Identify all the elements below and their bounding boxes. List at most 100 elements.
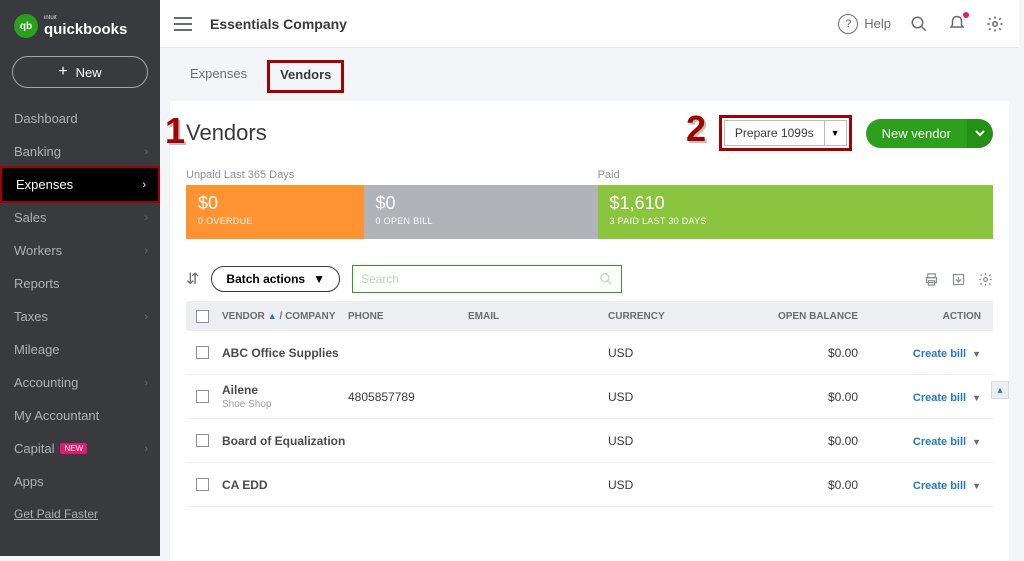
new-vendor-caret[interactable] (967, 119, 993, 148)
gear-icon[interactable] (985, 14, 1005, 34)
chevron-right-icon: › (144, 245, 148, 257)
help-button[interactable]: ? Help (838, 14, 891, 34)
sidebar-item-label: Accounting (14, 375, 78, 390)
sidebar-item-label: Dashboard (14, 111, 78, 126)
create-bill-link[interactable]: Create bill ▼ (913, 348, 981, 360)
settings-icon[interactable] (978, 272, 993, 287)
print-icon[interactable] (924, 272, 939, 287)
prepare-1099s-group: Prepare 1099s ▼ (719, 115, 852, 151)
search-field-icon[interactable] (599, 272, 613, 286)
company-name: Essentials Company (210, 16, 347, 32)
new-vendor-button[interactable]: New vendor (866, 119, 967, 148)
sidebar-item-label: CapitalNEW (14, 441, 87, 456)
col-phone-header[interactable]: PHONE (348, 311, 468, 322)
chevron-right-icon: › (144, 212, 148, 224)
sort-asc-icon: ▲ (268, 311, 277, 321)
prepare-1099s-caret[interactable]: ▼ (825, 120, 847, 146)
create-bill-link[interactable]: Create bill ▼ (913, 480, 981, 492)
sidebar-item-workers[interactable]: Workers› (0, 234, 160, 267)
vendor-currency: USD (608, 434, 728, 448)
paid-sub: 3 PAID LAST 30 DAYS (610, 216, 981, 226)
select-all-checkbox[interactable] (196, 310, 209, 323)
col-email-header[interactable]: EMAIL (468, 311, 608, 322)
table-row[interactable]: AileneShoe Shop4805857789USD$0.00Create … (186, 375, 993, 419)
chevron-down-icon: ▼ (972, 349, 981, 359)
row-checkbox[interactable] (196, 346, 209, 359)
chevron-down-icon: ▼ (313, 272, 325, 286)
vendor-balance: $0.00 (728, 346, 868, 360)
chevron-right-icon: › (144, 377, 148, 389)
tab-vendors[interactable]: Vendors (267, 60, 344, 93)
sidebar-item-banking[interactable]: Banking › (0, 135, 160, 168)
sidebar-item-mileage[interactable]: Mileage (0, 333, 160, 366)
unpaid-label: Unpaid Last 365 Days (186, 169, 598, 181)
vendor-balance: $0.00 (728, 390, 868, 404)
row-checkbox[interactable] (196, 478, 209, 491)
sidebar-item-taxes[interactable]: Taxes › (0, 300, 160, 333)
get-paid-link[interactable]: Get Paid Faster (0, 498, 160, 530)
tab-expenses[interactable]: Expenses (178, 60, 259, 93)
brand-name: quickbooks (44, 21, 127, 38)
sidebar-item-dashboard[interactable]: Dashboard (0, 102, 160, 135)
subtabs: Expenses Vendors (160, 48, 1019, 93)
overdue-bar[interactable]: $0 0 OVERDUE (186, 185, 364, 239)
batch-actions-button[interactable]: Batch actions ▼ (211, 266, 340, 292)
vendor-currency: USD (608, 390, 728, 404)
notifications-icon[interactable] (947, 14, 967, 34)
chevron-right-icon: › (144, 443, 148, 455)
help-icon: ? (838, 14, 858, 34)
batch-actions-label: Batch actions (226, 272, 305, 286)
new-vendor-group: New vendor (866, 119, 993, 148)
sidebar-item-accounting[interactable]: Accounting › (0, 366, 160, 399)
paid-bar[interactable]: $1,610 3 PAID LAST 30 DAYS (598, 185, 993, 239)
sidebar-item-expenses[interactable]: Expenses› (0, 166, 160, 203)
search-input[interactable] (361, 272, 599, 286)
col-currency-header[interactable]: CURRENCY (608, 311, 728, 322)
sidebar-item-sales[interactable]: Sales › (0, 201, 160, 234)
sidebar-item-label: Apps (14, 474, 44, 489)
create-bill-link[interactable]: Create bill ▼ (913, 436, 981, 448)
vendor-name: Ailene (222, 383, 348, 397)
table-row[interactable]: ABC Office SuppliesUSD$0.00Create bill ▼ (186, 331, 993, 375)
help-label: Help (864, 16, 891, 31)
sidebar-item-label: Sales (14, 210, 47, 225)
create-bill-link[interactable]: Create bill ▼ (913, 392, 981, 404)
vendors-table: VENDOR▲ / COMPANY PHONE EMAIL CURRENCY O… (186, 301, 993, 507)
sidebar-item-label: Mileage (14, 342, 60, 357)
sidebar-item-capital[interactable]: CapitalNEW › (0, 432, 160, 465)
export-icon[interactable] (951, 272, 966, 287)
new-button[interactable]: + New (12, 56, 148, 88)
prepare-1099s-button[interactable]: Prepare 1099s (724, 120, 825, 146)
chevron-down-icon: ▼ (972, 437, 981, 447)
vendor-name: ABC Office Supplies (222, 346, 348, 360)
collapse-arrow[interactable]: ▴ (991, 381, 1009, 399)
vendor-phone: 4805857789 (348, 390, 468, 404)
sidebar-item-label: Banking (14, 144, 61, 159)
sidebar-item-label: Taxes (14, 309, 48, 324)
sort-icon[interactable]: ⇵ (186, 269, 199, 289)
table-header: VENDOR▲ / COMPANY PHONE EMAIL CURRENCY O… (186, 301, 993, 331)
sidebar-item-label: My Accountant (14, 408, 99, 423)
col-balance-header[interactable]: OPEN BALANCE (728, 311, 868, 322)
vendor-name: CA EDD (222, 478, 348, 492)
chevron-right-icon: › (144, 146, 148, 158)
sidebar-item-my-accountant[interactable]: My Accountant (0, 399, 160, 432)
overdue-amount: $0 (198, 193, 352, 214)
chevron-right-icon: › (144, 311, 148, 323)
sidebar-item-apps[interactable]: Apps (0, 465, 160, 498)
table-row[interactable]: Board of EqualizationUSD$0.00Create bill… (186, 419, 993, 463)
row-checkbox[interactable] (196, 390, 209, 403)
hamburger-icon[interactable] (174, 17, 192, 31)
col-vendor-header[interactable]: VENDOR▲ / COMPANY (218, 311, 348, 322)
sidebar-item-reports[interactable]: Reports (0, 267, 160, 300)
search-icon[interactable] (909, 14, 929, 34)
table-row[interactable]: CA EDDUSD$0.00Create bill ▼ (186, 463, 993, 507)
row-checkbox[interactable] (196, 434, 209, 447)
brand-intuit: intuit (44, 15, 127, 21)
brand-logo[interactable]: intuit quickbooks (0, 0, 160, 52)
search-wrap (352, 265, 622, 293)
status-bars: $0 0 OVERDUE $0 0 OPEN BILL $1,610 3 PAI… (186, 185, 993, 239)
openbill-bar[interactable]: $0 0 OPEN BILL (364, 185, 598, 239)
page-title: Vendors (186, 120, 267, 146)
chevron-right-icon: › (142, 179, 146, 191)
